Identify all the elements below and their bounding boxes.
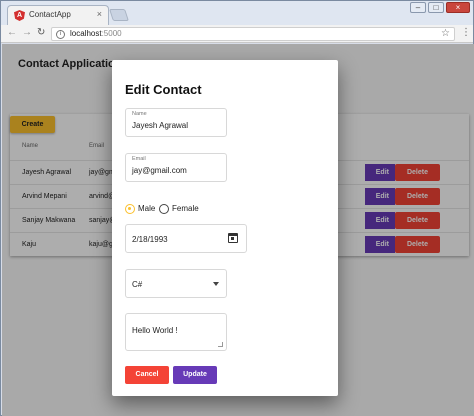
radio-female-label[interactable]: Female [172,204,199,213]
angular-icon: A [14,10,25,21]
radio-male-label[interactable]: Male [138,204,155,213]
radio-female[interactable] [159,204,169,214]
skill-select-value[interactable]: C# [132,280,142,289]
calendar-icon[interactable] [228,233,238,243]
tab-title: ContactApp [29,10,71,19]
back-arrow-icon[interactable]: ← [7,27,17,38]
name-field-label: Name [132,111,147,117]
browser-toolbar: ← → ↻ i localhost:5000 ☆ ⋮ [1,25,473,43]
dob-field-value[interactable]: 2/18/1993 [132,235,168,244]
forward-arrow-icon[interactable]: → [22,27,32,38]
bookmark-star-icon[interactable]: ☆ [441,28,450,39]
dob-field[interactable]: 2/18/1993 [125,224,247,253]
browser-menu-icon[interactable]: ⋮ [461,27,471,38]
url-text: localhost:5000 [70,29,122,38]
edit-contact-dialog: Edit Contact Name Jayesh Agrawal Email j… [112,60,338,396]
radio-male[interactable] [125,204,135,214]
message-textarea[interactable]: Hello World ! [125,313,227,351]
address-bar[interactable]: i localhost:5000 ☆ [51,27,455,41]
page-content: Contact Application Create Name Email Ja… [2,44,474,416]
reload-icon[interactable]: ↻ [37,27,45,38]
browser-window: A ContactApp × – □ × ← → ↻ i localhost:5… [0,0,474,416]
minimize-button[interactable]: – [410,2,426,13]
browser-tab[interactable]: A ContactApp × [7,5,109,25]
dropdown-arrow-icon[interactable] [213,282,219,286]
info-icon[interactable]: i [56,30,65,39]
message-textarea-value[interactable]: Hello World ! [132,326,178,335]
url-port: :5000 [101,29,122,38]
close-window-button[interactable]: × [446,2,470,13]
email-field[interactable]: Email jay@gmail.com [125,153,227,182]
maximize-button[interactable]: □ [428,2,444,13]
email-field-value[interactable]: jay@gmail.com [132,166,187,175]
resize-handle-icon[interactable] [218,342,223,347]
dialog-title: Edit Contact [125,82,202,97]
url-host: localhost [70,29,102,38]
email-field-label: Email [132,156,146,162]
new-tab-button[interactable] [109,9,129,21]
name-field[interactable]: Name Jayesh Agrawal [125,108,227,137]
update-button[interactable]: Update [173,366,217,384]
cancel-button[interactable]: Cancel [125,366,169,384]
skill-select[interactable]: C# [125,269,227,298]
browser-titlebar: A ContactApp × – □ × [1,1,473,25]
tab-close-icon[interactable]: × [97,9,102,19]
name-field-value[interactable]: Jayesh Agrawal [132,121,188,130]
window-controls: – □ × [410,2,470,13]
